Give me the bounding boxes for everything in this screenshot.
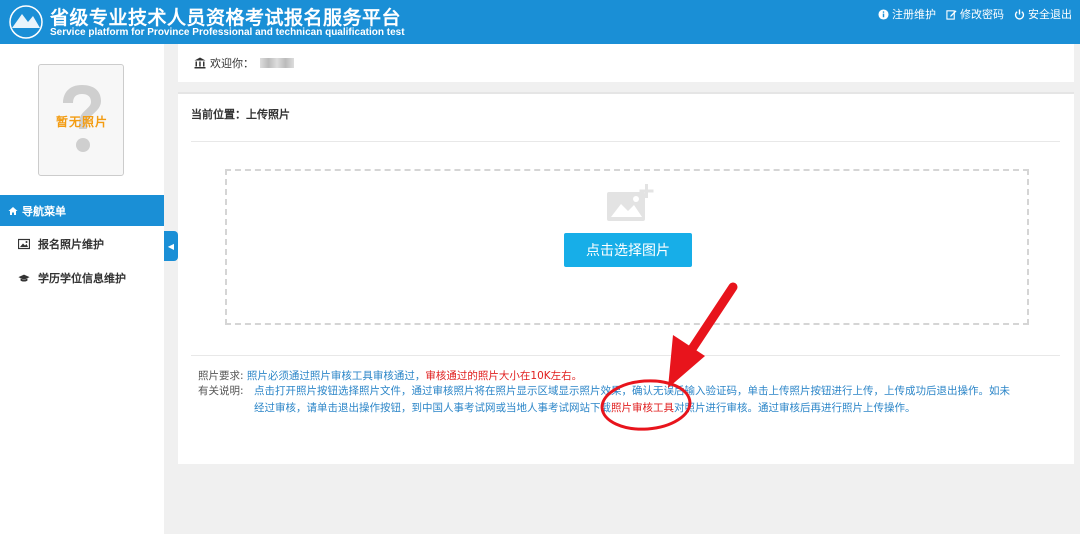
welcome-bar: 欢迎你： [178,44,1074,82]
bank-icon [194,57,206,69]
logout-link[interactable]: 安全退出 [1014,6,1072,22]
edit-icon [946,9,957,20]
logout-label: 安全退出 [1028,8,1072,21]
sidebar: 暂无照片 导航菜单 报名照片维护 学历学位信息维护 [0,44,164,534]
top-header: PTA 省级专业技术人员资格考试报名服务平台 Service platform … [0,0,1080,44]
notes-line-2: 经过审核，请单击退出操作按钮，到中国人事考试网或当地人事考试网站下载照片审核工具… [254,400,916,416]
image-icon [18,238,30,250]
graduation-cap-icon [18,274,30,282]
nav-menu-title: 导航菜单 [22,204,66,218]
sidebar-item-label: 报名照片维护 [38,238,104,251]
home-icon [8,206,18,215]
divider [191,355,1060,356]
top-links: 注册维护 修改密码 安全退出 [878,6,1072,22]
user-name-redacted [260,58,294,68]
divider [191,141,1060,142]
welcome-text: 欢迎你： [210,57,254,70]
chevron-left-icon: ◀ [167,241,175,251]
requirements-text: 照片必须通过照片审核工具审核通过， [246,370,426,382]
add-image-icon [607,184,654,221]
info-icon [878,8,889,20]
sidebar-item-photo-maintenance[interactable]: 报名照片维护 [0,228,164,260]
page-title: 省级专业技术人员资格考试报名服务平台 [50,7,402,29]
upload-panel: 当前位置：上传照片 点击选择图片 照片要求: 照片必须通过照片审核工具审核通过，… [178,92,1074,464]
register-maintenance-link[interactable]: 注册维护 [878,6,936,22]
photo-placeholder: 暂无照片 [38,64,124,176]
nav-menu-header: 导航菜单 [0,195,164,226]
photo-audit-tool-text: 照片审核工具 [611,402,674,414]
sidebar-item-education-info[interactable]: 学历学位信息维护 [0,262,164,294]
photo-upload-area[interactable]: 点击选择图片 [225,169,1029,325]
change-password-label: 修改密码 [960,8,1004,21]
change-password-link[interactable]: 修改密码 [946,6,1004,22]
sidebar-item-label: 学历学位信息维护 [38,272,126,285]
requirements-label: 照片要求: [198,370,244,382]
photo-requirements: 照片要求: 照片必须通过照片审核工具审核通过，审核通过的照片大小在10K左右。 [198,368,582,383]
choose-image-button[interactable]: 点击选择图片 [564,233,692,267]
notes-line-1: 点击打开照片按钮选择照片文件，通过审核照片将在照片显示区域显示照片效果，确认无误… [254,385,1010,397]
requirements-size-warning: 审核通过的照片大小在10K左右。 [425,370,583,382]
notes-line-2-end: 对照片进行审核。通过审核后再进行照片上传操作。 [674,402,916,414]
page-subtitle: Service platform for Province Profession… [50,27,405,38]
photo-placeholder-text: 暂无照片 [55,115,108,129]
power-icon [1014,8,1025,20]
breadcrumb: 当前位置：上传照片 [191,108,290,121]
register-maintenance-label: 注册维护 [892,8,936,21]
notes-label: 有关说明: [198,385,244,397]
sidebar-collapse-toggle[interactable]: ◀ [164,231,178,261]
notes-line-2-start: 经过审核，请单击退出操作按钮，到中国人事考试网或当地人事考试网站下载 [254,402,611,414]
platform-logo: PTA [9,5,43,39]
svg-text:PTA: PTA [20,30,32,36]
